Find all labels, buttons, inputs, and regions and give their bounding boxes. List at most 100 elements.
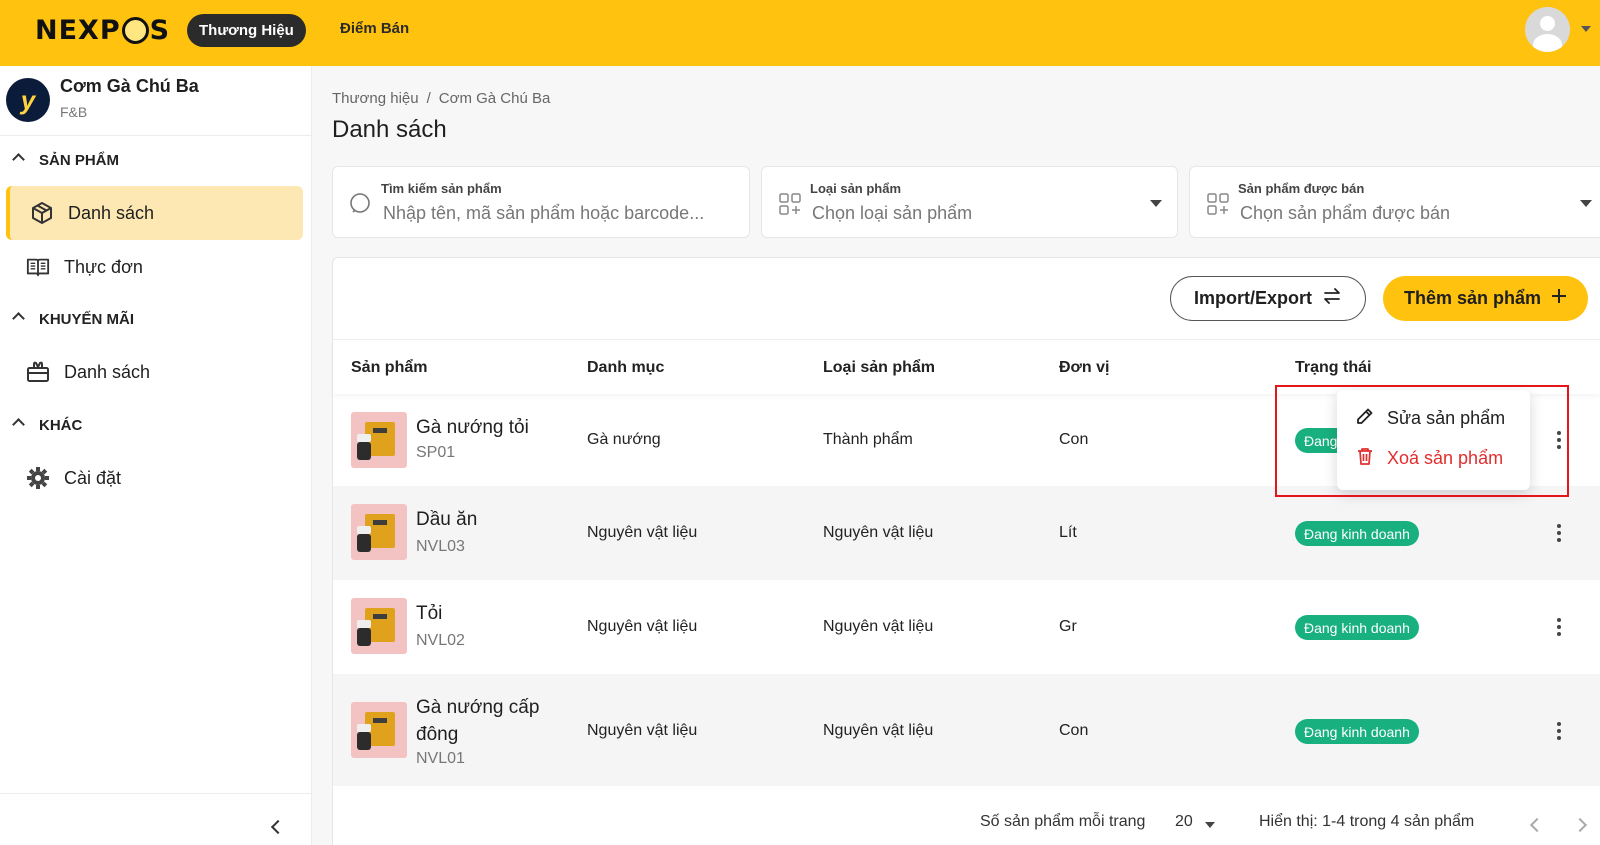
product-type: Nguyên vật liệu [823,722,934,739]
book-icon [26,255,50,279]
per-page-label: Số sản phẩm mỗi trang [980,813,1146,830]
section-san-pham[interactable]: SẢN PHẨM [0,145,312,175]
product-category: Nguyên vật liệu [587,722,698,739]
column-header-product[interactable]: Sản phẩm [351,359,427,377]
import-export-label: Import/Export [1193,288,1312,308]
breadcrumb-item-thuong-hieu[interactable]: Thương hiệu [332,90,419,107]
section-title: KHÁC [39,416,83,434]
page-title: Danh sách [332,116,447,143]
table-row[interactable]: Tỏi NVL02 Nguyên vật liệu Nguyên vật liệ… [333,580,1600,674]
store-info[interactable]: y Cơm Gà Chú Ba F&B [0,66,312,136]
more-vertical-icon[interactable] [1551,615,1567,639]
menu-highlight-frame [1275,385,1569,497]
product-name: Gà nướng cấp đông [416,697,540,745]
section-title: KHUYẾN MÃI [39,310,135,328]
sidebar-item-label: Thực đơn [64,256,143,277]
table-row[interactable]: Dầu ăn NVL03 Nguyên vật liệu Nguyên vật … [333,486,1600,580]
tab-thuong-hieu[interactable]: Thương Hiệu [187,14,306,47]
pagination-summary: Hiển thị: 1-4 trong 4 sản phẩm [1259,813,1475,830]
product-category: Nguyên vật liệu [587,524,698,541]
user-menu-caret-icon[interactable] [1581,26,1591,32]
product-type: Nguyên vật liệu [823,618,934,635]
add-product-button[interactable]: Thêm sản phẩm [1383,276,1588,321]
sellable-label: Sản phẩm được bán [1238,181,1365,196]
sidebar: y Cơm Gà Chú Ba F&B SẢN PHẨM Danh sách T… [0,66,312,845]
sidebar-item-danh-sach-khuyen-mai[interactable]: Danh sách [6,345,303,399]
add-product-label: Thêm sản phẩm [1403,288,1542,308]
breadcrumb-separator: / [426,90,431,107]
table-row[interactable]: Gà nướng cấp đông NVL01 Nguyên vật liệu … [333,674,1600,786]
user-avatar[interactable] [1525,7,1570,52]
product-code: NVL02 [416,632,465,649]
search-icon [349,192,373,221]
sidebar-item-label: Danh sách [68,202,155,223]
breadcrumb: Thương hiệu / Cơm Gà Chú Ba [332,90,550,107]
product-code: SP01 [416,444,456,461]
per-page-select[interactable]: 20 [1175,813,1193,831]
product-unit: Lít [1059,524,1077,541]
store-type: F&B [60,104,88,120]
sidebar-item-cai-dat[interactable]: Cài đặt [6,451,303,505]
column-header-type[interactable]: Loại sản phẩm [823,359,935,377]
section-khuyen-mai[interactable]: KHUYẾN MÃI [0,304,312,334]
column-header-unit[interactable]: Đơn vị [1059,359,1110,377]
product-name: Tỏi [416,603,443,624]
status-badge: Đang kinh doanh [1295,615,1419,640]
top-bar: NEXP S Thương Hiệu Điểm Bán [0,0,1600,66]
product-unit: Con [1059,722,1089,739]
store-name: Cơm Gà Chú Ba [60,76,199,96]
product-thumbnail [351,412,407,468]
sidebar-footer [0,793,312,845]
sidebar-item-label: Danh sách [64,361,151,382]
search-field[interactable]: Tìm kiếm sản phẩm Nhập tên, mã sản phẩm … [332,166,750,238]
product-code: NVL01 [416,750,465,767]
section-khac[interactable]: KHÁC [0,410,312,440]
store-logo: y [6,78,50,122]
breadcrumb-item-store: Cơm Gà Chú Ba [438,90,551,107]
product-thumbnail [351,504,407,560]
sidebar-item-thuc-don[interactable]: Thực đơn [6,240,303,294]
product-name: Dầu ăn [416,509,478,530]
product-name: Gà nướng tỏi [416,417,529,438]
search-input[interactable]: Nhập tên, mã sản phẩm hoặc barcode... [383,203,738,224]
sellable-select[interactable]: Sản phẩm được bán Chọn sản phẩm được bán [1189,166,1600,238]
product-unit: Con [1059,431,1089,448]
search-label: Tìm kiếm sản phẩm [381,181,502,196]
sidebar-item-label: Cài đặt [64,467,122,488]
import-export-button[interactable]: Import/Export [1170,276,1366,321]
product-category: Gà nướng [587,431,661,448]
gear-icon [26,466,50,490]
product-type-select[interactable]: Loại sản phẩm Chọn loại sản phẩm [761,166,1178,238]
nexpos-logo[interactable]: NEXP S [35,15,170,46]
product-code: NVL03 [416,538,465,555]
gift-icon [26,360,50,384]
sellable-value: Chọn sản phẩm được bán [1240,203,1450,223]
plus-icon [1551,288,1567,309]
swap-arrows-icon [1322,288,1342,309]
chevron-down-icon [1580,200,1592,207]
product-type: Nguyên vật liệu [823,524,934,541]
avatar-head-icon [1540,16,1555,31]
chevron-up-icon [12,418,25,431]
column-header-category[interactable]: Danh mục [587,359,664,377]
sidebar-item-danh-sach-san-pham[interactable]: Danh sách [6,186,303,240]
chevron-up-icon [12,153,25,166]
chevron-up-icon [12,312,25,325]
grid-add-icon [778,192,802,221]
more-vertical-icon[interactable] [1551,521,1567,545]
product-type-value: Chọn loại sản phẩm [812,203,973,223]
tab-diem-ban[interactable]: Điểm Bán [340,20,409,37]
collapse-sidebar-icon[interactable] [270,819,286,835]
logo-o-mark [121,17,149,44]
more-vertical-icon[interactable] [1551,719,1567,743]
status-badge: Đang kinh doanh [1295,521,1419,546]
column-header-status[interactable]: Trạng thái [1295,359,1371,377]
cube-icon [30,201,54,225]
section-title: SẢN PHẨM [39,151,120,169]
avatar-body-icon [1533,34,1562,52]
status-badge: Đang kinh doanh [1295,719,1419,744]
chevron-down-icon[interactable] [1205,822,1215,828]
grid-add-icon [1206,192,1230,221]
product-unit: Gr [1059,618,1077,635]
product-category: Nguyên vật liệu [587,618,698,635]
